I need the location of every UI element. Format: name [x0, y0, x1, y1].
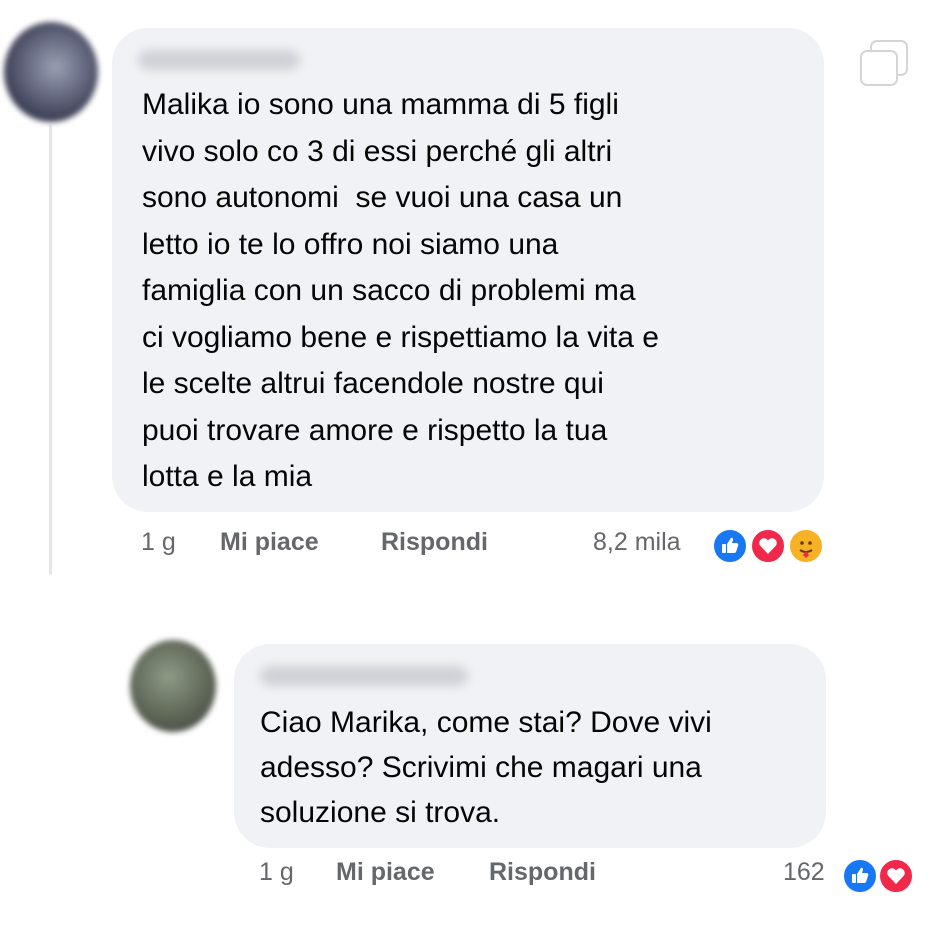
love-icon — [878, 858, 914, 894]
comment-actions: 1 g Mi piace Rispondi 8,2 mila — [0, 528, 929, 564]
like-icon — [712, 528, 748, 564]
reaction-count[interactable]: 162 — [783, 858, 825, 887]
comment-text: Malika io sono una mamma di 5 figli vivo… — [142, 88, 659, 493]
comment-actions: 1 g Mi piace Rispondi 162 — [0, 858, 929, 894]
author-name-blurred[interactable] — [260, 666, 468, 686]
avatar[interactable] — [4, 22, 98, 122]
avatar[interactable] — [130, 640, 216, 732]
reply-link[interactable]: Rispondi — [489, 858, 596, 887]
reply-thread-line — [49, 125, 52, 575]
reaction-count[interactable]: 8,2 mila — [593, 528, 681, 557]
comment-timestamp[interactable]: 1 g — [141, 528, 176, 557]
comment-text: Ciao Marika, come stai? Dove vivi adesso… — [260, 706, 712, 829]
comment-timestamp[interactable]: 1 g — [259, 858, 294, 887]
author-name-blurred[interactable] — [138, 50, 300, 70]
like-link[interactable]: Mi piace — [220, 528, 319, 557]
reply-link[interactable]: Rispondi — [381, 528, 488, 557]
care-icon — [788, 528, 824, 564]
like-link[interactable]: Mi piace — [336, 858, 435, 887]
like-icon — [842, 858, 878, 894]
love-icon — [750, 528, 786, 564]
copy-icon[interactable] — [858, 40, 908, 86]
